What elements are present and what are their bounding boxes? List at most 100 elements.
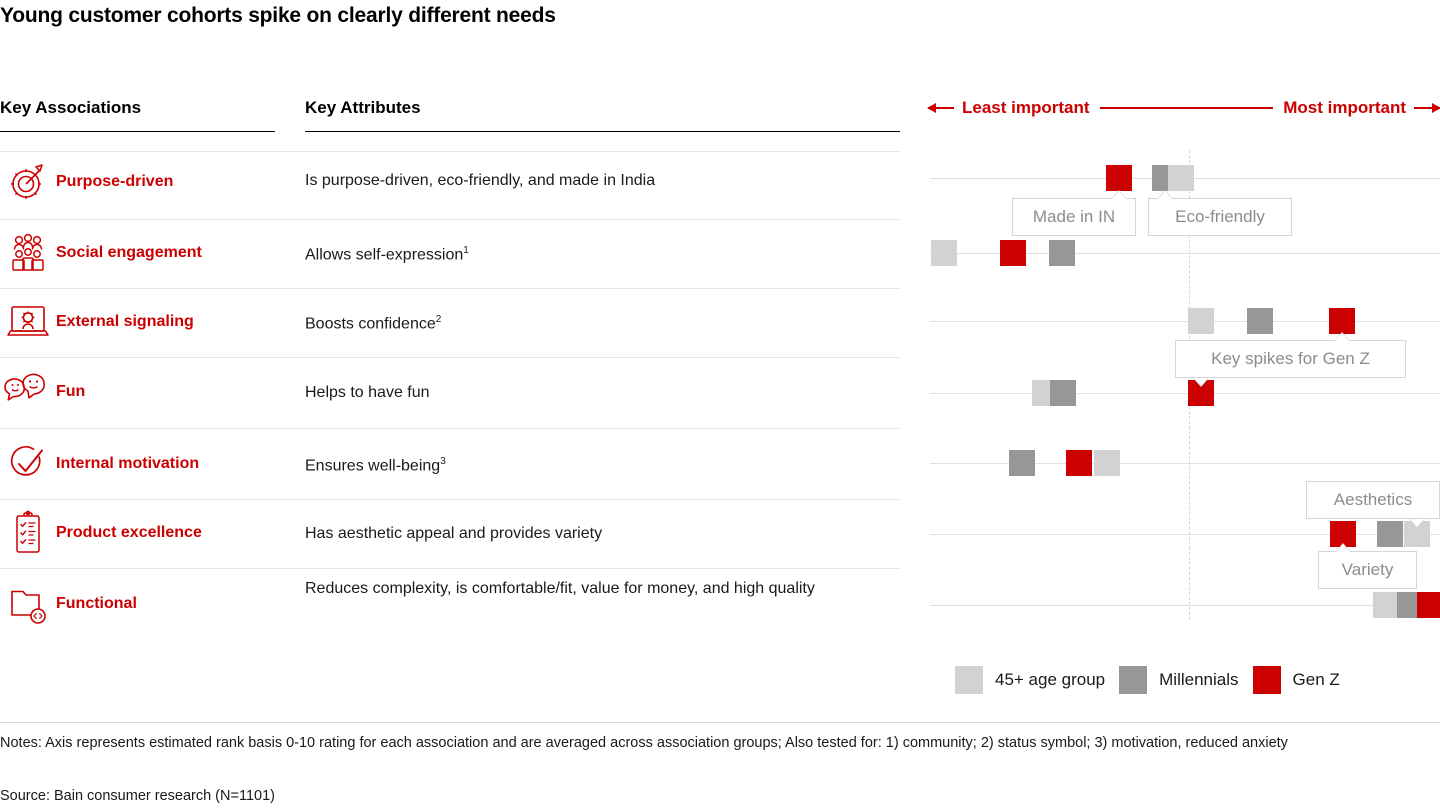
marker-millennials [1009,450,1035,476]
association-label: External signaling [56,312,194,330]
marker-millennials [1377,521,1403,547]
callout-text: Made in IN [1032,207,1116,226]
association-label: Product excellence [56,523,202,541]
row-attribute-external-signaling: Boosts confidence2 [305,313,905,335]
row-separator [0,151,900,152]
association-label: Fun [56,382,86,400]
column-header-attributes: Key Attributes [305,98,421,117]
row-association-social-engagement: Social engagement [0,232,290,274]
row-association-fun: Fun [0,370,290,414]
marker-millennials [1397,592,1423,618]
marker-millennials [1152,165,1178,191]
legend-label: Millennials [1159,670,1239,689]
callout-pointer [1157,190,1173,199]
marker-millennials [1049,240,1075,266]
marker-gen-z [1330,521,1356,547]
footnotes: Notes: Axis represents estimated rank ba… [0,735,1288,751]
callout-key-spikes-gen-z: Key spikes for Gen Z [1175,340,1406,378]
footnote-marker: 1 [463,245,469,256]
marker-45-plus [1168,165,1194,191]
marker-gen-z [1417,592,1440,618]
callout-pointer [1335,543,1351,552]
marker-45-plus [1094,450,1120,476]
legend-label: 45+ age group [995,670,1106,689]
row-track [930,178,1440,179]
row-attribute-purpose-driven: Is purpose-driven, eco-friendly, and mad… [305,170,905,192]
marker-gen-z [1066,450,1092,476]
slide-root: Young customer cohorts spike on clearly … [0,0,1440,810]
footer-divider [0,722,1440,723]
row-attribute-social-engagement: Allows self-expression1 [305,244,905,266]
marker-gen-z [1188,380,1214,406]
row-attribute-fun: Helps to have fun [305,382,905,404]
association-label: Internal motivation [56,454,200,472]
callout-pointer [1409,519,1425,528]
callout-pointer-top [1334,332,1350,341]
row-track [930,321,1440,322]
attribute-text: Helps to have fun [305,384,430,401]
row-separator [0,357,900,358]
row-separator [0,428,900,429]
chart-legend: 45+ age group Millennials Gen Z [955,660,1340,700]
marker-millennials [1247,308,1273,334]
marker-millennials [1050,380,1076,406]
callout-pointer [1111,190,1127,199]
column-header-associations: Key Associations [0,98,142,117]
page-title: Young customer cohorts spike on clearly … [0,4,556,27]
callout-text: Key spikes for Gen Z [1211,349,1370,368]
row-attribute-functional: Reduces complexity, is comfortable/fit, … [305,578,905,600]
marker-gen-z [1000,240,1026,266]
marker-45-plus [1404,521,1430,547]
header-rule-attributes [305,131,900,132]
callout-text: Variety [1341,560,1394,579]
axis-tick [1189,314,1190,328]
importance-axis-header: Least important Most important [927,95,1440,121]
association-label: Purpose-driven [56,172,174,190]
target-gear-arrow-icon [0,162,56,202]
row-separator [0,568,900,569]
marker-45-plus [931,240,957,266]
source-line: Source: Bain consumer research (N=1101) [0,788,275,804]
arrow-right-icon [1414,103,1440,113]
axis-connector-line [1099,107,1274,109]
row-track [930,534,1440,535]
row-association-product-excellence: Product excellence [0,510,290,556]
row-track [930,463,1440,464]
footnote-marker: 2 [435,314,442,325]
attribute-text: Is purpose-driven, eco-friendly, and mad… [305,172,656,189]
legend-item-45-plus[interactable]: 45+ age group [955,666,1105,694]
legend-swatch-45-plus [955,666,983,694]
association-label: Social engagement [56,243,202,261]
callout-eco-friendly: Eco-friendly [1148,198,1292,236]
row-track [930,605,1440,606]
marker-45-plus [1373,592,1399,618]
footnote-marker: 3 [440,456,446,467]
row-separator [0,288,900,289]
attribute-text: Reduces complexity, is comfortable/fit, … [305,580,815,597]
callout-variety: Variety [1318,551,1417,589]
legend-swatch-millennials [1119,666,1148,694]
arrow-left-icon [927,103,954,113]
axis-label-least: Least important [962,98,1090,117]
legend-item-gen-z[interactable]: Gen Z [1252,666,1340,694]
folder-code-icon [0,581,56,627]
attribute-text: Boosts confidence [305,315,436,333]
row-track [930,253,1440,254]
row-association-external-signaling: External signaling [0,300,290,344]
marker-45-plus [1032,380,1058,406]
marker-gen-z [1329,308,1355,334]
callout-text: Eco-friendly [1175,207,1265,226]
row-separator [0,219,900,220]
callout-made-in-in: Made in IN [1012,198,1136,236]
row-association-purpose-driven: Purpose-driven [0,162,290,202]
callout-aesthetics: Aesthetics [1306,481,1440,519]
legend-item-millennials[interactable]: Millennials [1119,666,1239,694]
axis-label-most: Most important [1283,98,1406,117]
reference-line [1189,150,1190,620]
association-label: Functional [56,594,137,612]
callout-text: Aesthetics [1333,490,1413,509]
marker-gen-z [1106,165,1132,191]
marker-45-plus [1188,308,1214,334]
attribute-text: Ensures well-being [305,457,441,475]
axis-tick [1189,386,1190,400]
